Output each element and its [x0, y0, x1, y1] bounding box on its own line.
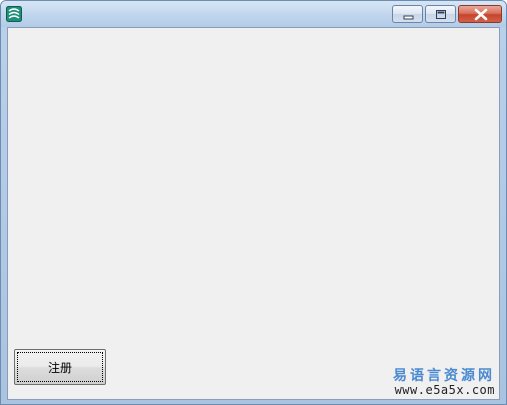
register-button[interactable]: 注册	[14, 349, 106, 385]
register-button-label: 注册	[47, 360, 72, 375]
title-bar[interactable]	[1, 1, 506, 27]
app-window: 注册 易语言资源网 www.e5a5x.com	[0, 0, 507, 405]
client-area: 注册 易语言资源网 www.e5a5x.com	[7, 27, 500, 400]
app-icon[interactable]	[6, 6, 22, 22]
minimize-icon	[403, 15, 414, 20]
caption-buttons	[392, 5, 502, 23]
watermark-name: 易语言资源网	[393, 368, 495, 385]
watermark: 易语言资源网 www.e5a5x.com	[393, 368, 495, 398]
close-icon	[474, 8, 488, 21]
close-button[interactable]	[458, 5, 502, 23]
minimize-button[interactable]	[392, 5, 423, 23]
watermark-url: www.e5a5x.com	[394, 383, 495, 398]
maximize-icon	[436, 10, 446, 19]
maximize-button[interactable]	[425, 5, 456, 23]
